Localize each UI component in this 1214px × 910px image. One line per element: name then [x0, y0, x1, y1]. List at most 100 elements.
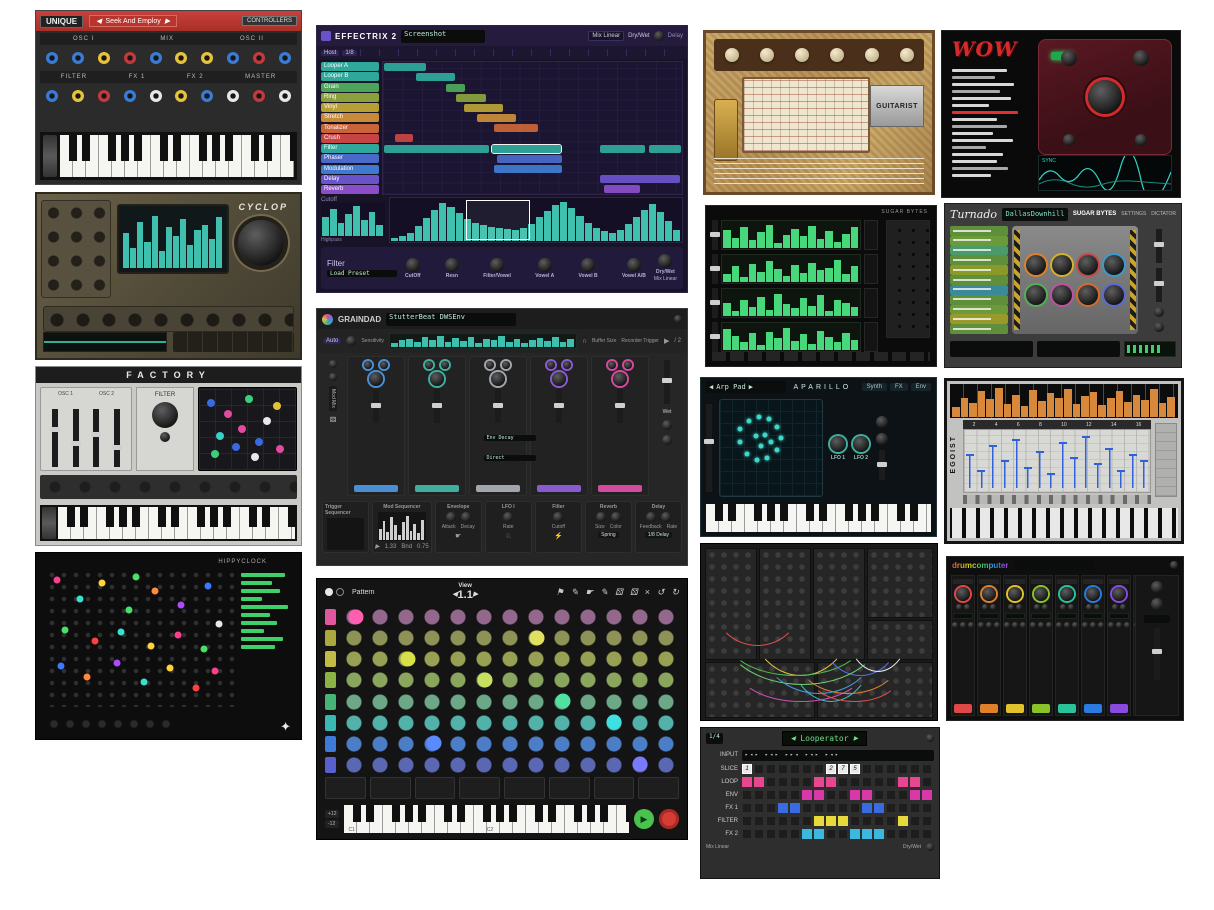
- step-bar[interactable]: [808, 306, 816, 316]
- row-step-dots[interactable]: [341, 649, 679, 669]
- step-cell[interactable]: [886, 777, 896, 787]
- pitch-marker[interactable]: [1094, 463, 1102, 488]
- channel-main-knob[interactable]: [1008, 587, 1022, 601]
- channel-knob[interactable]: [1004, 622, 1010, 628]
- step-cell[interactable]: [886, 816, 896, 826]
- cutoff-knob[interactable]: [553, 512, 563, 522]
- matrix-pad[interactable]: [207, 399, 215, 407]
- step-cell[interactable]: [838, 816, 848, 826]
- envelope-display[interactable]: [389, 197, 683, 243]
- patch-cable[interactable]: [784, 562, 878, 703]
- step-cell[interactable]: [874, 803, 884, 813]
- step-cell[interactable]: [922, 816, 932, 826]
- mixer-fader[interactable]: [114, 409, 120, 467]
- sequencer-block[interactable]: [456, 94, 486, 102]
- channel-knob[interactable]: [990, 604, 996, 610]
- cutoff-bar[interactable]: [376, 225, 383, 236]
- step-cell[interactable]: [862, 803, 872, 813]
- unique-knob[interactable]: [150, 90, 162, 102]
- slice-cell[interactable]: 7: [838, 764, 848, 774]
- pitch-marker[interactable]: [977, 470, 985, 489]
- mod-bar[interactable]: [390, 517, 393, 540]
- mod-bar[interactable]: [410, 531, 413, 540]
- step-bar[interactable]: [740, 227, 748, 248]
- step-cell[interactable]: [766, 829, 776, 839]
- mixer-fader[interactable]: [93, 409, 99, 467]
- preset-display[interactable]: [1014, 560, 1094, 570]
- slice-cell[interactable]: [778, 764, 788, 774]
- filter-type-item[interactable]: [952, 76, 995, 79]
- grid-dot[interactable]: [167, 665, 174, 672]
- step-cell[interactable]: [850, 829, 860, 839]
- grid-dot[interactable]: [84, 673, 91, 680]
- reverb-type[interactable]: Spring: [598, 532, 618, 538]
- channel-knob[interactable]: [1016, 604, 1022, 610]
- pitch-marker[interactable]: [1001, 460, 1009, 488]
- channel-main-knob[interactable]: [1060, 587, 1074, 601]
- step-bar[interactable]: [757, 297, 765, 317]
- step-bar[interactable]: [834, 260, 842, 282]
- step-cell[interactable]: [778, 816, 788, 826]
- cyclop-knob-strip[interactable]: [43, 306, 294, 332]
- unique-knob[interactable]: [253, 90, 265, 102]
- pitch-marker[interactable]: [1059, 442, 1067, 489]
- step-cell[interactable]: [802, 803, 812, 813]
- step-bar[interactable]: [817, 239, 825, 248]
- sequencer-grid[interactable]: [382, 61, 683, 195]
- step-cell[interactable]: [802, 829, 812, 839]
- step-cell[interactable]: [886, 829, 896, 839]
- step-bar[interactable]: [732, 336, 740, 350]
- step-bar[interactable]: [851, 340, 859, 350]
- unique-knob[interactable]: [175, 90, 187, 102]
- step-cell[interactable]: [754, 790, 764, 800]
- header-knob[interactable]: [926, 734, 934, 742]
- step-bar[interactable]: [723, 329, 731, 350]
- row-tab[interactable]: [325, 609, 336, 625]
- next-preset-icon[interactable]: ▶: [165, 17, 170, 25]
- step-bar[interactable]: [757, 232, 765, 248]
- column-fader[interactable]: [495, 389, 501, 423]
- grid-dot[interactable]: [54, 577, 61, 584]
- factory-knob-strip[interactable]: [40, 475, 297, 499]
- filter-type-item[interactable]: [952, 104, 989, 107]
- filter-type-item[interactable]: [952, 167, 1008, 170]
- channel-knob[interactable]: [956, 604, 962, 610]
- lane-fader[interactable]: [712, 322, 718, 352]
- slice-cell[interactable]: 1: [742, 764, 752, 774]
- preset-display[interactable]: ◀ Arp Pad ▶: [706, 381, 786, 393]
- mod-target-lcd[interactable]: Env Decay: [484, 435, 536, 441]
- right-fader[interactable]: [879, 450, 885, 480]
- pitch-marker[interactable]: [1070, 457, 1078, 488]
- filter-cutoff-knob[interactable]: [152, 402, 178, 428]
- effect-row-label[interactable]: Grain: [321, 83, 379, 92]
- matrix-pad[interactable]: [276, 445, 284, 453]
- decay-knob[interactable]: [461, 512, 471, 522]
- clear-icon[interactable]: ×: [645, 587, 650, 598]
- unique-knob[interactable]: [201, 90, 213, 102]
- filter-type-item[interactable]: [952, 125, 1007, 128]
- step-cell[interactable]: [898, 790, 908, 800]
- grid-dot[interactable]: [140, 679, 147, 686]
- step-cell[interactable]: [790, 829, 800, 839]
- sequencer-block[interactable]: [497, 155, 563, 163]
- channel-header[interactable]: [1057, 579, 1076, 584]
- filter-type-item[interactable]: [952, 174, 991, 177]
- unique-knob[interactable]: [227, 52, 239, 64]
- feedback-knob[interactable]: [646, 512, 656, 522]
- step-bar[interactable]: [723, 274, 731, 282]
- slice-cell[interactable]: [922, 764, 932, 774]
- effect-slot[interactable]: [950, 324, 1008, 334]
- slice-cell[interactable]: [898, 764, 908, 774]
- mini-panel[interactable]: [459, 777, 500, 799]
- step-cell[interactable]: [754, 816, 764, 826]
- slice-cell[interactable]: 2: [826, 764, 836, 774]
- unique-knob[interactable]: [46, 52, 58, 64]
- effect-knob[interactable]: [1026, 255, 1046, 275]
- sequencer-block[interactable]: [600, 175, 681, 183]
- mod-bar[interactable]: [402, 522, 405, 540]
- channel-knob[interactable]: [1082, 622, 1088, 628]
- cutoff-bar[interactable]: [338, 223, 345, 236]
- mod-bar[interactable]: [417, 533, 420, 540]
- output-fader[interactable]: [1156, 268, 1162, 302]
- step-bar[interactable]: [834, 300, 842, 316]
